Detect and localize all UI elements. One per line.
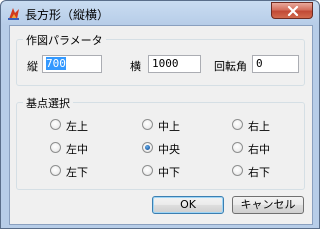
rotation-input[interactable]: 0 — [252, 55, 299, 73]
params-group: 作図パラメータ 縦 700 横 1000 回転角 0 — [16, 32, 305, 86]
dialog-window: 長方形（縦横） 作図パラメータ 縦 700 横 1000 回転角 0 基点選択 … — [0, 0, 320, 229]
dialog-client-area: 作図パラメータ 縦 700 横 1000 回転角 0 基点選択 左上 中上 右上 — [9, 25, 313, 225]
app-icon — [7, 6, 20, 21]
close-button[interactable] — [271, 2, 313, 19]
height-label: 縦 — [27, 60, 38, 73]
window-title: 長方形（縦横） — [25, 8, 110, 22]
height-input-value: 700 — [46, 57, 66, 70]
radio-selected-dot — [145, 145, 150, 150]
width-input[interactable]: 1000 — [148, 55, 201, 73]
height-input[interactable]: 700 — [42, 55, 102, 73]
ok-button[interactable]: OK — [152, 196, 224, 214]
cancel-button[interactable]: キャンセル — [232, 196, 304, 214]
close-icon — [287, 6, 299, 16]
rotation-label: 回転角 — [214, 60, 247, 73]
anchor-group-title: 基点選択 — [23, 95, 73, 111]
title-bar[interactable]: 長方形（縦横） — [1, 1, 319, 25]
width-label: 横 — [130, 60, 141, 73]
anchor-group: 基点選択 左上 中上 右上 左中 中央 右中 左下 中下 右下 — [16, 95, 305, 190]
params-group-title: 作図パラメータ — [23, 32, 106, 48]
